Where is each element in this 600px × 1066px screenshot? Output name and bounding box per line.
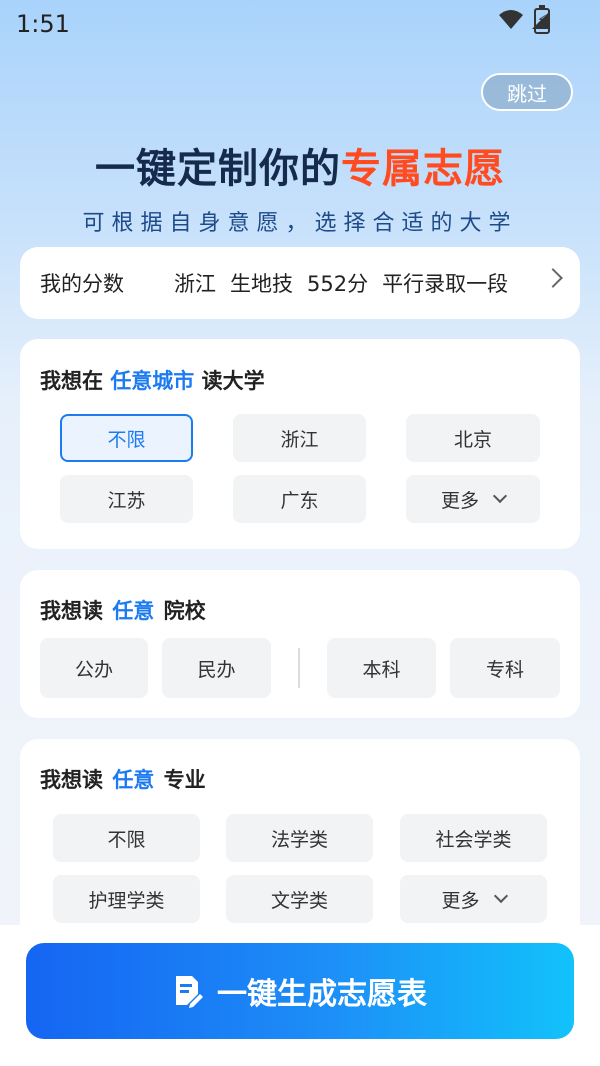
city-card: 我想在 任意城市 读大学 不限 浙江 北京 江苏 广东 更多	[20, 339, 580, 549]
score-points: 552分	[307, 272, 369, 296]
major-more-button[interactable]: 更多	[400, 875, 547, 923]
school-option-undergraduate[interactable]: 本科	[327, 638, 436, 698]
major-option-literature[interactable]: 文学类	[226, 875, 373, 923]
score-province: 浙江	[174, 272, 216, 296]
wifi-icon	[499, 10, 523, 29]
school-title-highlight: 任意	[112, 599, 155, 623]
major-title-suffix: 专业	[163, 768, 206, 792]
title-accent: 专属志愿	[341, 146, 505, 192]
skip-button[interactable]: 跳过	[481, 73, 573, 111]
page-title: 一键定制你的专属志愿	[0, 136, 600, 194]
school-option-private[interactable]: 民办	[162, 638, 271, 698]
school-option-junior-college[interactable]: 专科	[450, 638, 560, 698]
chevron-down-icon	[492, 488, 508, 504]
school-title-suffix: 院校	[163, 599, 206, 623]
major-more-label: 更多	[441, 889, 480, 912]
major-option-nursing[interactable]: 护理学类	[53, 875, 200, 923]
status-bar: 1:51 ⚡	[0, 0, 600, 48]
school-title-prefix: 我想读	[40, 599, 103, 623]
score-details: 浙江 生地技 552分 平行录取一段	[174, 268, 560, 298]
city-more-label: 更多	[440, 489, 479, 512]
city-option-unlimited[interactable]: 不限	[60, 414, 193, 462]
city-option-guangdong[interactable]: 广东	[233, 475, 366, 523]
document-edit-icon	[176, 976, 203, 1008]
title-main: 一键定制你的	[95, 146, 341, 192]
generate-button[interactable]: 一键生成志愿表	[26, 943, 574, 1039]
score-label: 我的分数	[40, 272, 124, 296]
score-card[interactable]: 我的分数 浙江 生地技 552分 平行录取一段	[20, 247, 580, 319]
major-option-sociology[interactable]: 社会学类	[400, 814, 547, 862]
score-subjects: 生地技	[230, 272, 293, 296]
chevron-down-icon	[493, 888, 508, 904]
divider	[298, 648, 300, 688]
school-card: 我想读 任意 院校 公办 民办 本科 专科	[20, 570, 580, 718]
city-title-suffix: 读大学	[201, 369, 265, 393]
generate-button-label: 一键生成志愿表	[217, 977, 427, 1012]
school-option-public[interactable]: 公办	[40, 638, 148, 698]
score-batch: 平行录取一段	[382, 272, 509, 296]
city-option-beijing[interactable]: 北京	[406, 414, 540, 462]
major-section-title: 我想读 任意 专业	[40, 764, 206, 794]
status-time: 1:51	[16, 10, 70, 38]
city-option-jiangsu[interactable]: 江苏	[60, 475, 193, 523]
page-subtitle: 可根据自身意愿，选择合适的大学	[82, 211, 518, 236]
battery-icon: ⚡	[534, 5, 550, 34]
city-title-prefix: 我想在	[40, 369, 103, 393]
major-title-highlight: 任意	[112, 768, 155, 792]
major-option-unlimited[interactable]: 不限	[53, 814, 200, 862]
city-title-highlight: 任意城市	[110, 369, 195, 393]
city-section-title: 我想在 任意城市 读大学	[40, 365, 265, 395]
major-option-law[interactable]: 法学类	[226, 814, 373, 862]
city-option-zhejiang[interactable]: 浙江	[233, 414, 366, 462]
major-title-prefix: 我想读	[40, 768, 103, 792]
city-more-button[interactable]: 更多	[406, 475, 540, 523]
school-section-title: 我想读 任意 院校	[40, 595, 206, 625]
